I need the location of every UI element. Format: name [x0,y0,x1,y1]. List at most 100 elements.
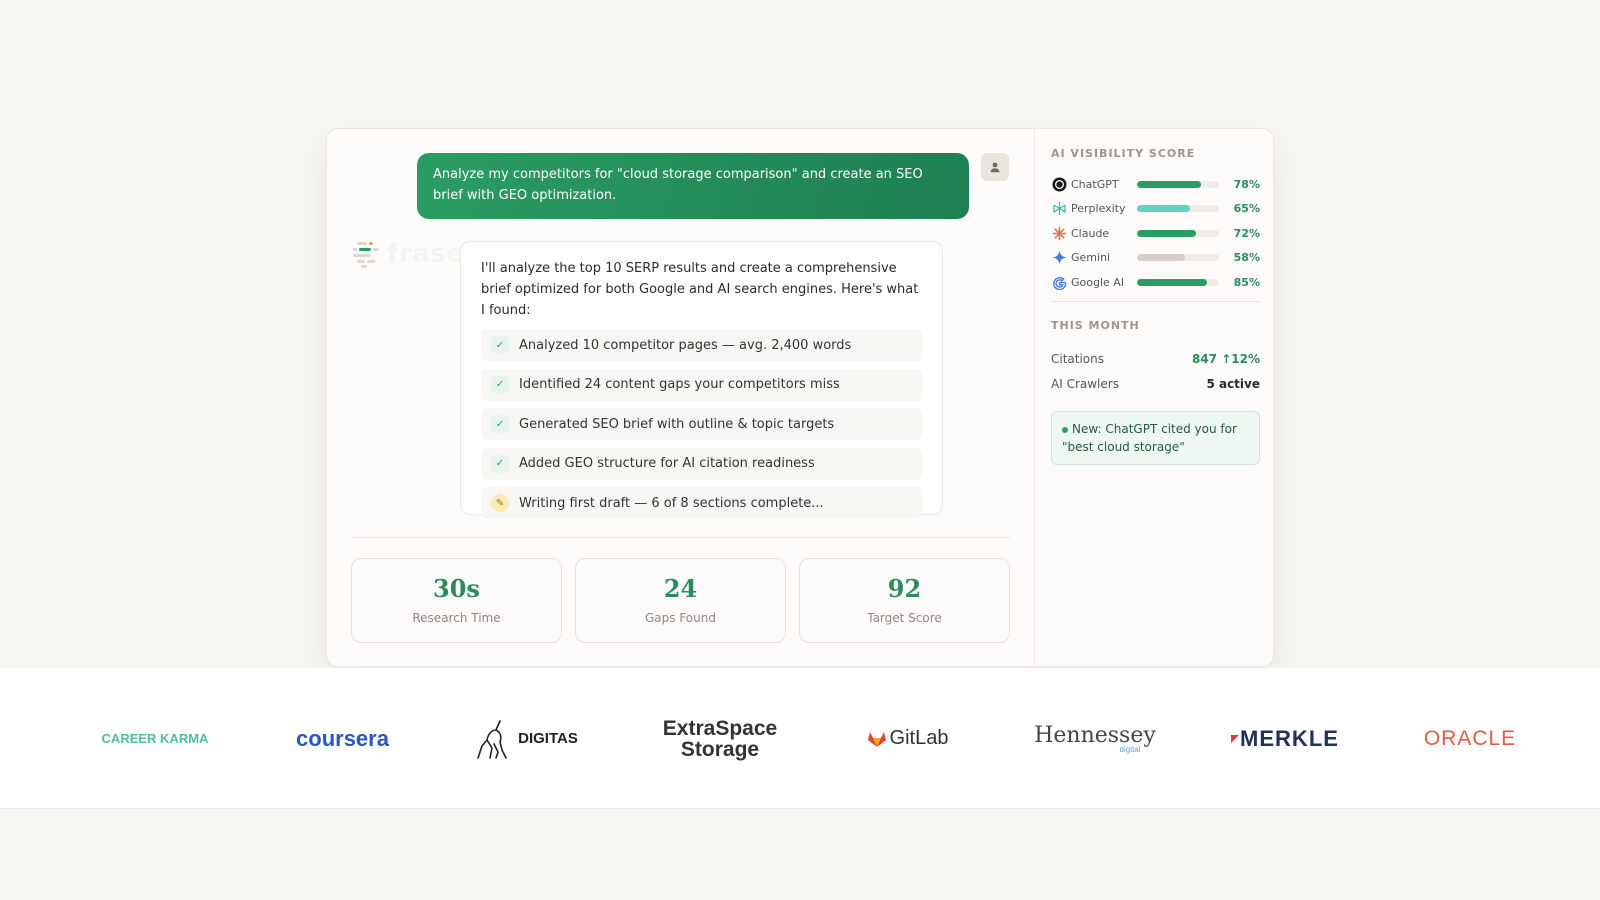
brand-name: DIGITAS [518,730,578,747]
platform-row-perplexity: Perplexity 65% [1051,197,1260,222]
metric-crawlers: AI Crawlers 5 active [1051,377,1260,391]
brand-name: ORACLE [1423,726,1517,750]
brand-gitlab: GitLab [835,668,980,809]
list-item: ✎ Writing first draft — 6 of 8 sections … [481,487,922,519]
stat-value: 92 [887,574,922,603]
citation-alert: New: ChatGPT cited you for "best cloud s… [1051,411,1260,465]
brand-coursera: coursera [270,668,415,809]
user-message: Analyze my competitors for "cloud storag… [417,153,969,219]
sidebar-panel: AI VISIBILITY SCORE ChatGPT 78% Perplexi… [1034,129,1273,666]
gemini-icon [1051,250,1067,266]
logo-wordmark: frase [387,239,465,269]
claude-icon [1051,225,1067,241]
check-icon: ✓ [491,336,509,354]
metric-citations: Citations 847 ↑12% [1051,352,1260,366]
score-bar [1137,205,1219,213]
brand-hennessey: Hennessey digital [1020,668,1170,809]
score-bar [1137,254,1219,262]
google-icon [1051,274,1067,290]
alert-text: New: ChatGPT cited you for "best cloud s… [1062,422,1237,454]
stat-label: Gaps Found [645,611,716,625]
score-bar-fill [1137,229,1197,237]
metric-label: Citations [1051,352,1105,366]
stat-value: 24 [663,574,698,603]
metric-label: AI Crawlers [1051,377,1119,391]
stat-label: Research Time [412,611,501,625]
list-item: ✓ Generated SEO brief with outline & top… [481,408,922,440]
platform-name: Gemini [1071,251,1111,265]
check-icon: ✓ [491,454,509,473]
metric-value: 847 ↑12% [1191,352,1260,366]
brand-subtitle: digital [1119,745,1141,754]
step-text: Writing first draft — 6 of 8 sections co… [519,495,824,511]
platform-score: 65% [1233,202,1260,216]
platform-score: 85% [1233,275,1260,289]
score-bar-fill [1137,254,1185,262]
brand-name: GitLab [889,727,949,749]
stat-value: 30s [433,574,480,603]
score-bar-fill [1137,180,1201,188]
chat-panel: Analyze my competitors for "cloud storag… [327,129,1034,666]
metric-value: 5 active [1206,377,1260,391]
check-icon: ✓ [491,415,509,433]
brand-name: ExtraSpace Storage [662,716,778,761]
platform-score: 58% [1233,251,1260,265]
brand-merkle: MERKLE [1210,668,1360,809]
visibility-list: ChatGPT 78% Perplexity 65% Claude 72% Ge… [1051,172,1260,295]
platform-name: Claude [1071,226,1110,240]
score-bar-fill [1137,205,1191,213]
stat-target-score: 92 Target Score [799,558,1010,643]
platform-name: Google AI [1071,275,1125,289]
score-bar [1137,278,1219,286]
status-dot-icon [1062,426,1068,433]
platform-score: 72% [1233,226,1260,240]
list-item: ✓ Added GEO structure for AI citation re… [481,447,922,480]
platform-row-claude: Claude 72% [1051,221,1260,246]
step-text: Identified 24 content gaps your competit… [519,377,840,392]
divider [351,537,1010,538]
reply-text: I'll analyze the top 10 SERP results and… [481,261,919,318]
customer-logo-strip: CAREER KARMA coursera DIGITAS ExtraSpace… [0,668,1600,809]
platform-name: Perplexity [1071,202,1126,216]
brand-extra-space-storage: ExtraSpace Storage [640,668,800,809]
brand-career-karma: CAREER KARMA [80,668,230,809]
score-bar [1137,229,1219,237]
assistant-reply: I'll analyze the top 10 SERP results and… [460,241,943,519]
list-item: ✓ Analyzed 10 competitor pages — avg. 2,… [481,329,922,361]
divider [1051,301,1260,302]
check-icon: ✓ [491,375,509,394]
stat-label: Target Score [867,611,942,625]
merkle-mark-icon [1231,734,1240,743]
platform-row-chatgpt: ChatGPT 78% [1051,172,1260,197]
score-bar [1137,180,1219,188]
user-avatar [981,153,1009,181]
step-text: Generated SEO brief with outline & topic… [519,416,835,432]
pen-icon: ✎ [491,494,509,512]
stat-research-time: 30s Research Time [351,558,562,643]
step-text: Analyzed 10 competitor pages — avg. 2,40… [519,337,852,353]
perplexity-icon [1051,201,1067,217]
list-item: ✓ Identified 24 content gaps your compet… [481,368,922,401]
brand-oracle: ORACLE [1395,668,1545,809]
step-list: ✓ Analyzed 10 competitor pages — avg. 2,… [481,329,922,519]
visibility-title: AI VISIBILITY SCORE [1051,147,1196,160]
user-icon [990,162,1000,173]
frase-logo-icon [353,242,379,268]
brand-name: coursera [296,725,389,751]
chat-demo-card: Analyze my competitors for "cloud storag… [326,128,1274,667]
month-title: THIS MONTH [1051,319,1140,332]
score-bar-fill [1137,278,1207,286]
frase-logo: frase [351,239,464,269]
platform-row-gemini: Gemini 58% [1051,246,1260,271]
platform-name: ChatGPT [1071,177,1119,191]
step-text: Added GEO structure for AI citation read… [519,456,815,471]
platform-row-google-ai: Google AI 85% [1051,270,1260,295]
gitlab-fox-icon [867,731,886,747]
brand-name: CAREER KARMA [101,731,209,746]
stat-gaps-found: 24 Gaps Found [575,558,786,643]
chatgpt-icon [1051,176,1067,192]
platform-score: 78% [1233,177,1260,191]
unicorn-icon [477,719,507,759]
brand-name: MERKLE [1240,725,1339,751]
brand-digitas: DIGITAS [455,668,595,809]
